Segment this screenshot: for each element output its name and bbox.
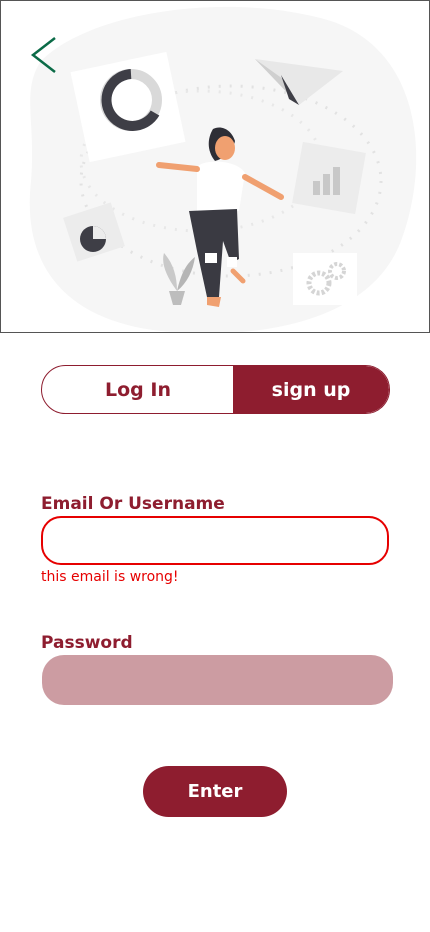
enter-button[interactable]: Enter	[143, 766, 287, 817]
chevron-left-icon	[30, 37, 56, 73]
password-label: Password	[41, 633, 133, 653]
email-field[interactable]	[41, 516, 389, 565]
email-label: Email Or Username	[41, 494, 225, 514]
tab-login[interactable]: Log In	[42, 366, 234, 413]
auth-toggle: Log In sign up	[41, 365, 390, 414]
back-button[interactable]	[27, 35, 61, 75]
password-field[interactable]	[42, 655, 393, 705]
tab-signup[interactable]: sign up	[233, 366, 389, 413]
woman-with-charts-illustration	[29, 6, 417, 332]
email-error-message: this email is wrong!	[41, 569, 179, 585]
hero-illustration	[0, 0, 430, 333]
